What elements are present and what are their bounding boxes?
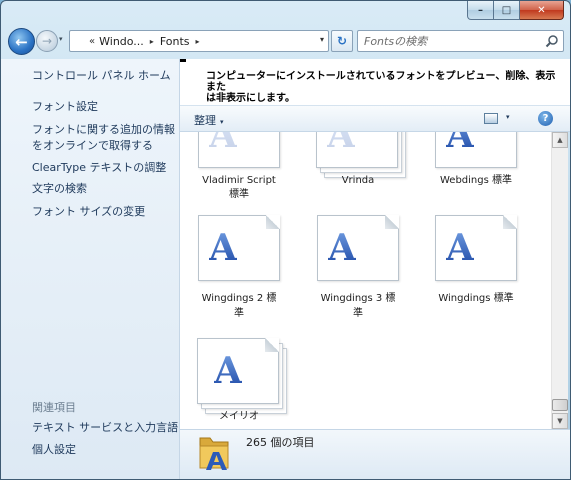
maximize-button[interactable]: □ — [494, 1, 520, 20]
command-bar: 整理 ▾ ▾ ? — [180, 106, 570, 132]
explorer-window: – □ ✕ ← → ▾ « Windo... ▸ Fonts ▸ ▾ ↻ コント… — [0, 0, 571, 480]
refresh-icon: ↻ — [336, 34, 348, 48]
font-file-icon: A — [316, 132, 398, 168]
address-overflow-chevron[interactable]: « — [89, 36, 95, 47]
organize-dropdown-icon: ▾ — [220, 118, 224, 126]
view-options-dropdown-icon[interactable]: ▾ — [506, 113, 510, 121]
scroll-down-button[interactable]: ▼ — [552, 413, 568, 429]
back-button[interactable]: ← — [8, 28, 35, 55]
font-glyph: A — [209, 132, 237, 153]
search-box[interactable] — [357, 30, 564, 52]
font-folder-icon — [199, 437, 229, 470]
font-glyph: A — [446, 132, 474, 153]
font-file-icon: A — [198, 215, 280, 281]
font-settings-link[interactable]: フォント設定 — [32, 99, 98, 114]
back-arrow-icon: ← — [15, 32, 28, 51]
page-header: コンピューターにインストールされているフォントをプレビュー、削除、表示また は非… — [180, 59, 570, 106]
font-list: A Vladimir Script 標準 A Vrinda A Webdings… — [180, 132, 551, 429]
organize-label: 整理 — [194, 114, 216, 127]
font-glyph: A — [209, 227, 237, 269]
find-character-link[interactable]: 文字の検索 — [32, 181, 87, 196]
font-item-vrinda[interactable]: A Vrinda — [308, 132, 408, 212]
organize-button[interactable]: 整理 ▾ — [194, 112, 224, 128]
get-more-font-info-link-line2[interactable]: をオンラインで取得する — [32, 138, 153, 153]
breadcrumb-windows[interactable]: Windo... — [99, 35, 144, 48]
header-marker — [180, 59, 186, 62]
refresh-button[interactable]: ↻ — [331, 30, 353, 52]
related-items-heading: 関連項目 — [32, 401, 76, 414]
font-file-icon: A — [435, 132, 517, 168]
font-item-label: Wingdings 3 標 — [320, 293, 396, 304]
breadcrumb-separator-icon[interactable]: ▸ — [150, 37, 154, 46]
navigation-bar: ← → ▾ « Windo... ▸ Fonts ▸ ▾ ↻ — [1, 23, 570, 59]
change-view-icon[interactable] — [484, 113, 498, 124]
font-file-icon: A — [197, 338, 279, 404]
vertical-scrollbar[interactable]: ▲ ▼ — [551, 132, 568, 429]
font-glyph: A — [327, 132, 355, 153]
font-file-icon: A — [198, 132, 280, 168]
item-count: 265 個の項目 — [246, 436, 315, 449]
font-item-label-line2: 標準 — [229, 189, 249, 200]
font-file-icon: A — [435, 215, 517, 281]
search-icon[interactable] — [545, 34, 559, 48]
breadcrumb-separator-icon[interactable]: ▸ — [196, 37, 200, 46]
font-item-label: メイリオ — [219, 411, 259, 422]
help-icon[interactable]: ? — [538, 111, 553, 126]
text-services-link[interactable]: テキスト サービスと入力言語 — [32, 420, 178, 435]
page-fold — [266, 215, 280, 229]
font-item-label: Webdings 標準 — [439, 175, 512, 186]
control-panel-home-link[interactable]: コントロール パネル ホーム — [32, 68, 171, 83]
address-bar[interactable]: « Windo... ▸ Fonts ▸ ▾ — [69, 30, 329, 52]
minimize-button[interactable]: – — [467, 1, 494, 20]
search-input[interactable] — [364, 34, 534, 48]
forward-arrow-icon: → — [41, 34, 53, 48]
font-item-wingdings-3[interactable]: A Wingdings 3 標 準 — [308, 212, 408, 332]
close-button[interactable]: ✕ — [520, 1, 564, 20]
font-item-webdings[interactable]: A Webdings 標準 — [426, 132, 526, 212]
page-description: コンピューターにインストールされているフォントをプレビュー、削除、表示また は非… — [206, 71, 562, 104]
font-item-label: Wingdings 標準 — [438, 293, 514, 304]
font-item-label: Wingdings 2 標 — [201, 293, 277, 304]
font-item-label-line2: 準 — [234, 308, 244, 319]
font-item-meiryo[interactable]: A メイリオ — [189, 332, 289, 429]
page-description-line1: コンピューターにインストールされているフォントをプレビュー、削除、表示また — [206, 71, 556, 93]
font-file-icon: A — [317, 215, 399, 281]
font-glyph: A — [446, 227, 474, 269]
task-pane: コントロール パネル ホーム フォント設定 フォントに関する追加の情報 をオンラ… — [1, 59, 180, 479]
font-item-label: Vrinda — [341, 175, 375, 186]
personalization-link[interactable]: 個人設定 — [32, 442, 76, 457]
font-item-wingdings-2[interactable]: A Wingdings 2 標 準 — [189, 212, 289, 332]
font-item-label-line2: 準 — [353, 308, 363, 319]
font-glyph: A — [328, 227, 356, 269]
get-more-font-info-link[interactable]: フォントに関する追加の情報 — [32, 122, 175, 137]
details-pane: 265 個の項目 — [180, 429, 570, 479]
page-fold — [265, 338, 279, 352]
forward-button[interactable]: → — [36, 30, 58, 52]
font-item-vladimir-script[interactable]: A Vladimir Script 標準 — [189, 132, 289, 212]
font-item-label: Vladimir Script — [202, 175, 276, 186]
caption-buttons: – □ ✕ — [467, 1, 564, 20]
adjust-cleartype-link[interactable]: ClearType テキストの調整 — [32, 160, 166, 175]
scroll-thumb[interactable] — [552, 399, 568, 411]
change-font-size-link[interactable]: フォント サイズの変更 — [32, 204, 145, 219]
address-dropdown-icon[interactable]: ▾ — [320, 35, 324, 44]
font-glyph: A — [214, 350, 242, 392]
font-item-wingdings[interactable]: A Wingdings 標準 — [426, 212, 526, 332]
page-description-line2: は非表示にします。 — [206, 93, 295, 104]
page-fold — [385, 215, 399, 229]
scroll-up-button[interactable]: ▲ — [552, 132, 568, 148]
breadcrumb-fonts[interactable]: Fonts — [160, 35, 190, 48]
page-fold — [503, 215, 517, 229]
recent-pages-dropdown[interactable]: ▾ — [59, 35, 63, 43]
